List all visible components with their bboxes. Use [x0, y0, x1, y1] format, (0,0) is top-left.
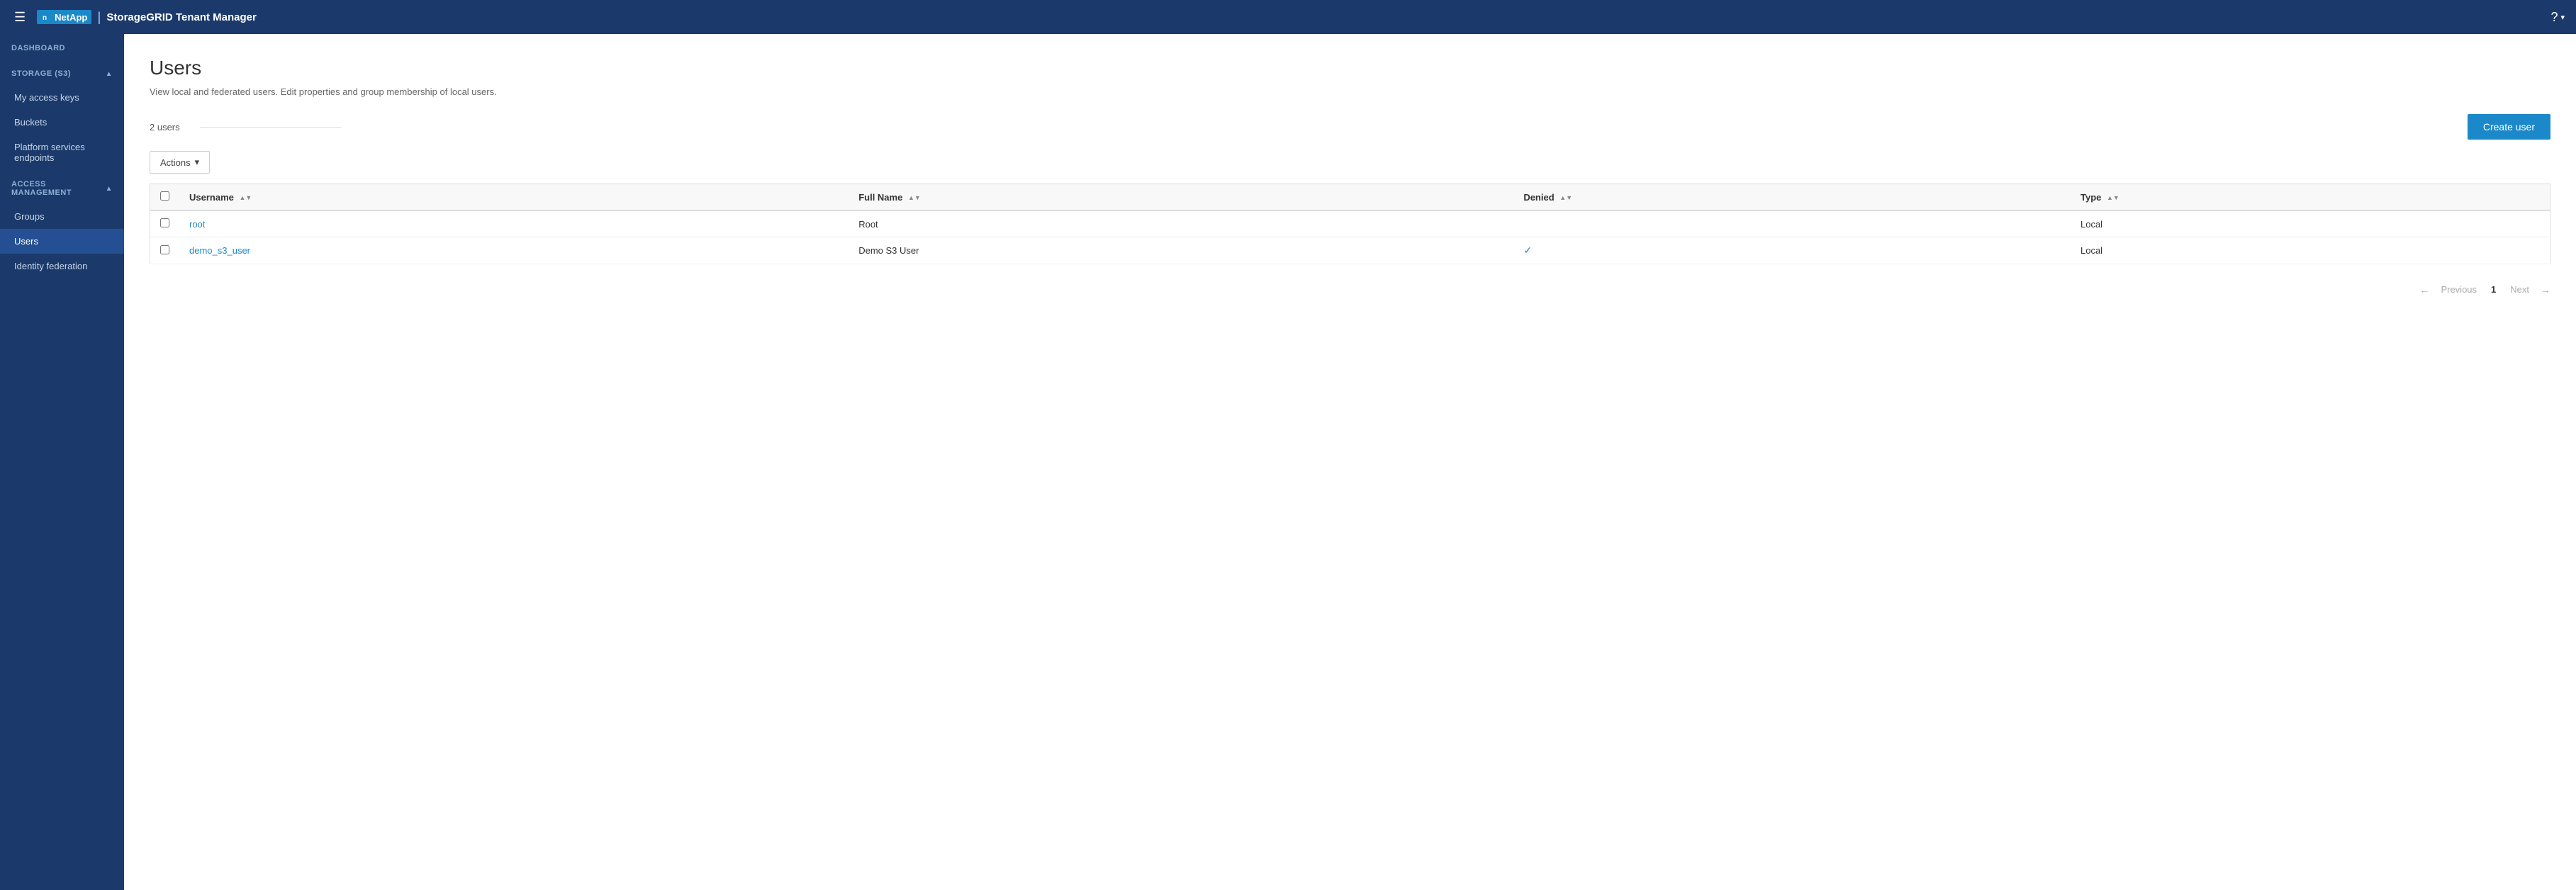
- row-username-1: demo_s3_user: [179, 237, 849, 264]
- main-content: Users View local and federated users. Ed…: [124, 34, 2576, 890]
- sidebar: DASHBOARD STORAGE (S3) ▲ My access keys …: [0, 34, 124, 890]
- brand-divider: |: [97, 10, 101, 25]
- row-checkbox-cell: [150, 237, 180, 264]
- th-full-name: Full Name ▲▼: [849, 184, 1513, 211]
- table-row: demo_s3_user Demo S3 User ✓ Local: [150, 237, 2550, 264]
- sidebar-item-groups[interactable]: Groups: [0, 204, 124, 229]
- layout: DASHBOARD STORAGE (S3) ▲ My access keys …: [0, 34, 2576, 890]
- sidebar-item-dashboard[interactable]: DASHBOARD: [0, 34, 124, 60]
- th-type: Type ▲▼: [2071, 184, 2550, 211]
- access-section-label: ACCESS MANAGEMENT: [11, 180, 106, 197]
- row-type-1: Local: [2071, 237, 2550, 264]
- th-username: Username ▲▼: [179, 184, 849, 211]
- sidebar-item-platform-services-endpoints[interactable]: Platform services endpoints: [0, 135, 124, 170]
- users-count-divider: [200, 127, 342, 128]
- brand-logo: n NetApp: [37, 10, 91, 24]
- next-button[interactable]: Next: [2504, 281, 2535, 298]
- previous-label: Previous: [2441, 284, 2477, 295]
- denied-sort-icon[interactable]: ▲▼: [1559, 195, 1572, 201]
- sidebar-item-label: Groups: [14, 211, 45, 222]
- username-sort-icon[interactable]: ▲▼: [240, 195, 252, 201]
- sidebar-item-label: My access keys: [14, 92, 79, 103]
- storage-chevron-icon: ▲: [106, 70, 113, 78]
- brand-name: NetApp: [55, 12, 87, 23]
- row-username-0: root: [179, 210, 849, 237]
- prev-arrow-icon: ←: [2419, 284, 2429, 295]
- help-chevron-icon: ▾: [2560, 13, 2565, 22]
- page-description: View local and federated users. Edit pro…: [150, 86, 2550, 97]
- row-denied-1: ✓: [1513, 237, 2071, 264]
- previous-button[interactable]: Previous: [2435, 281, 2482, 298]
- netapp-logo-icon: n: [41, 11, 52, 23]
- sidebar-item-buckets[interactable]: Buckets: [0, 110, 124, 135]
- row-type-0: Local: [2071, 210, 2550, 237]
- help-icon: ?: [2550, 10, 2558, 25]
- actions-label: Actions: [160, 157, 191, 168]
- pagination: ← Previous 1 Next →: [150, 281, 2550, 298]
- th-username-label: Username: [189, 192, 234, 203]
- th-denied-label: Denied: [1523, 192, 1554, 203]
- users-count-label: 2 users: [150, 122, 180, 133]
- actions-chevron-icon: ▾: [195, 157, 200, 168]
- next-arrow-icon: →: [2541, 284, 2550, 295]
- toolbar-row: 2 users Create user: [150, 114, 2550, 140]
- access-chevron-icon: ▲: [106, 185, 113, 193]
- type-sort-icon[interactable]: ▲▼: [2107, 195, 2119, 201]
- users-table: Username ▲▼ Full Name ▲▼ Denied ▲▼ Type …: [150, 184, 2550, 264]
- sidebar-item-label: Platform services endpoints: [14, 142, 113, 163]
- table-header-row: Username ▲▼ Full Name ▲▼ Denied ▲▼ Type …: [150, 184, 2550, 211]
- th-fullname-label: Full Name: [858, 192, 902, 203]
- brand-title: StorageGRID Tenant Manager: [106, 11, 256, 23]
- hamburger-icon[interactable]: ☰: [11, 7, 28, 28]
- svg-text:n: n: [43, 14, 47, 22]
- th-denied: Denied ▲▼: [1513, 184, 2071, 211]
- users-count-row: 2 users: [150, 122, 353, 133]
- page-title: Users: [150, 57, 2550, 79]
- storage-section-label: STORAGE (S3): [11, 69, 71, 78]
- sidebar-section-access-management[interactable]: ACCESS MANAGEMENT ▲: [0, 170, 124, 204]
- table-row: root Root Local: [150, 210, 2550, 237]
- sidebar-item-label: Identity federation: [14, 261, 87, 271]
- create-user-button[interactable]: Create user: [2468, 114, 2550, 140]
- row-denied-0: [1513, 210, 2071, 237]
- username-link-0[interactable]: root: [189, 219, 205, 230]
- sidebar-item-my-access-keys[interactable]: My access keys: [0, 85, 124, 110]
- topnav-right: ? ▾: [2550, 10, 2565, 25]
- sidebar-section-storage[interactable]: STORAGE (S3) ▲: [0, 60, 124, 85]
- row-checkbox-0[interactable]: [160, 218, 169, 227]
- next-label: Next: [2510, 284, 2529, 295]
- fullname-sort-icon[interactable]: ▲▼: [908, 195, 921, 201]
- row-fullname-1: Demo S3 User: [849, 237, 1513, 264]
- top-nav: ☰ n NetApp | StorageGRID Tenant Manager …: [0, 0, 2576, 34]
- sidebar-item-users[interactable]: Users: [0, 229, 124, 254]
- sidebar-item-label: Buckets: [14, 117, 47, 128]
- brand: n NetApp | StorageGRID Tenant Manager: [37, 10, 257, 25]
- select-all-checkbox[interactable]: [160, 191, 169, 201]
- actions-button[interactable]: Actions ▾: [150, 151, 210, 174]
- topnav-left: ☰ n NetApp | StorageGRID Tenant Manager: [11, 7, 257, 28]
- row-checkbox-cell: [150, 210, 180, 237]
- row-fullname-0: Root: [849, 210, 1513, 237]
- sidebar-item-label: Users: [14, 236, 38, 247]
- th-select-all: [150, 184, 180, 211]
- help-button[interactable]: ? ▾: [2550, 10, 2565, 25]
- th-type-label: Type: [2081, 192, 2101, 203]
- current-page: 1: [2488, 284, 2499, 295]
- sidebar-item-identity-federation[interactable]: Identity federation: [0, 254, 124, 278]
- username-link-1[interactable]: demo_s3_user: [189, 245, 250, 256]
- row-checkbox-1[interactable]: [160, 245, 169, 254]
- denied-check-icon: ✓: [1523, 244, 1532, 256]
